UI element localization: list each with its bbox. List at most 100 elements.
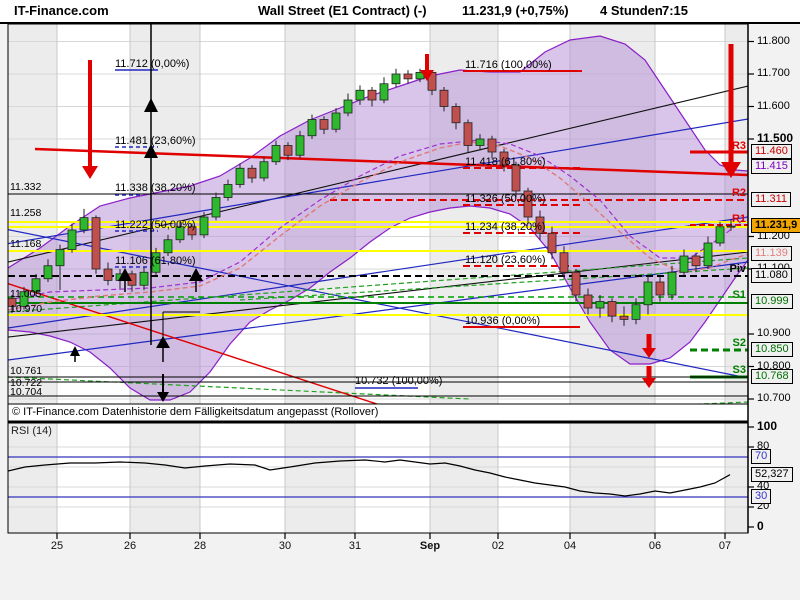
candle-body bbox=[680, 256, 688, 272]
fibonacci-label: 11.712 (0,00%) bbox=[115, 58, 189, 70]
x-axis-label-07[interactable]: 07 bbox=[719, 540, 731, 552]
candle-body bbox=[692, 256, 700, 266]
candle-body bbox=[140, 272, 148, 285]
candle-body bbox=[608, 302, 616, 317]
price-chart-canvas[interactable] bbox=[0, 0, 800, 600]
fibonacci-label: 11.326 (50,00%) bbox=[465, 193, 546, 205]
x-axis-label-06[interactable]: 06 bbox=[649, 540, 661, 552]
candle-body bbox=[488, 139, 496, 152]
rsi-level-box: 30 bbox=[751, 489, 771, 504]
candle-body bbox=[320, 120, 328, 130]
candle bbox=[92, 215, 100, 274]
fibonacci-label: 11.481 (23,60%) bbox=[115, 135, 196, 147]
candle-body bbox=[632, 305, 640, 320]
rsi-axis-label: 100 bbox=[757, 421, 777, 432]
candle-body bbox=[548, 233, 556, 253]
candle-body bbox=[260, 162, 268, 178]
price-axis-label: 10.700 bbox=[757, 393, 791, 404]
candle-body bbox=[236, 168, 244, 184]
current-price-box: 11.231,9 bbox=[751, 218, 800, 233]
candle-body bbox=[104, 269, 112, 280]
pivot-tag-r2: R2 bbox=[732, 188, 746, 199]
candle-body bbox=[80, 218, 88, 230]
pivot-tag-piv: Piv bbox=[729, 264, 746, 275]
x-axis-label-02[interactable]: 02 bbox=[492, 540, 504, 552]
candle-body bbox=[572, 272, 580, 295]
left-price-label: 10.970 bbox=[10, 304, 42, 315]
x-axis-label-sep[interactable]: Sep bbox=[420, 540, 440, 552]
price-level-box: 11.139 bbox=[751, 246, 792, 261]
pivot-tag-r1: R1 bbox=[732, 214, 746, 225]
chart-application-window: IT-Finance.com Wall Street (E1 Contract)… bbox=[0, 0, 800, 600]
candle-body bbox=[716, 227, 724, 243]
rsi-indicator-label[interactable]: RSI (14) bbox=[11, 425, 52, 437]
left-price-label: 11.005 bbox=[10, 289, 41, 300]
left-price-label: 11.332 bbox=[10, 182, 41, 193]
candle-body bbox=[224, 185, 232, 198]
day-stripe-rsi bbox=[57, 423, 130, 533]
candle-body bbox=[656, 282, 664, 295]
pivot-tag-r3: R3 bbox=[732, 141, 746, 152]
candle-body bbox=[44, 266, 52, 279]
day-stripe-rsi bbox=[655, 423, 725, 533]
left-price-label: 11.168 bbox=[10, 239, 41, 250]
candle-body bbox=[200, 217, 208, 235]
candle-body bbox=[248, 168, 256, 178]
candle-body bbox=[440, 90, 448, 106]
candle-body bbox=[212, 198, 220, 218]
price-axis-label: 11.600 bbox=[757, 101, 790, 112]
fibonacci-label: 11.418 (61,80%) bbox=[465, 156, 546, 168]
candle-body bbox=[92, 218, 100, 269]
pivot-tag-s2: S2 bbox=[733, 338, 746, 349]
candle-body bbox=[668, 272, 676, 295]
candle-body bbox=[56, 250, 64, 266]
price-level-box: 10.999 bbox=[751, 294, 793, 309]
fibonacci-label: 11.106 (61,80%) bbox=[115, 255, 196, 267]
fibonacci-label: 11.222 (50,00%) bbox=[115, 219, 196, 231]
left-price-label: 10.704 bbox=[10, 387, 42, 398]
candle-body bbox=[164, 240, 172, 253]
rsi-level-box: 70 bbox=[751, 449, 771, 464]
day-stripe-rsi bbox=[200, 423, 285, 533]
fibonacci-label: 11.338 (38,20%) bbox=[115, 182, 196, 194]
candle-body bbox=[308, 120, 316, 136]
day-stripe-rsi bbox=[355, 423, 430, 533]
price-level-box: 10.850 bbox=[751, 342, 793, 357]
candle-body bbox=[584, 295, 592, 308]
candle-body bbox=[452, 107, 460, 123]
pivot-tag-s3: S3 bbox=[733, 365, 746, 376]
candle-body bbox=[380, 84, 388, 100]
candle-body bbox=[560, 253, 568, 273]
x-axis-label-28[interactable]: 28 bbox=[194, 540, 206, 552]
candle-body bbox=[296, 136, 304, 156]
x-axis-label-30[interactable]: 30 bbox=[279, 540, 291, 552]
x-axis-label-04[interactable]: 04 bbox=[564, 540, 576, 552]
left-price-label: 10.761 bbox=[10, 366, 42, 377]
price-level-box: 11.311 bbox=[751, 192, 791, 207]
candle-body bbox=[332, 113, 340, 129]
rsi-value-box: 52,327 bbox=[751, 467, 793, 482]
candle-body bbox=[464, 123, 472, 146]
candle-body bbox=[512, 165, 520, 191]
candle-body bbox=[272, 146, 280, 162]
candle-body bbox=[727, 226, 735, 227]
x-axis-label-31[interactable]: 31 bbox=[349, 540, 361, 552]
candle-body bbox=[368, 90, 376, 100]
price-axis-label: 11.800 bbox=[757, 36, 790, 47]
x-axis-label-25[interactable]: 25 bbox=[51, 540, 63, 552]
fibonacci-label: 10.732 (100,00%) bbox=[355, 375, 442, 387]
fibonacci-label: 11.716 (100,00%) bbox=[465, 59, 552, 71]
price-level-box: 11.080 bbox=[751, 268, 792, 283]
candle-body bbox=[596, 302, 604, 309]
fibonacci-label: 11.120 (23,60%) bbox=[465, 254, 546, 266]
x-axis-label-26[interactable]: 26 bbox=[124, 540, 136, 552]
price-axis-label: 10.900 bbox=[757, 328, 791, 339]
candle-body bbox=[620, 316, 628, 319]
candle-body bbox=[404, 74, 412, 79]
pivot-tag-s1: S1 bbox=[733, 290, 746, 301]
candle-body bbox=[476, 139, 484, 146]
candle-body bbox=[644, 282, 652, 305]
price-axis-label: 11.500 bbox=[757, 133, 793, 144]
rsi-axis-label: 0 bbox=[757, 521, 764, 532]
candle-body bbox=[392, 74, 400, 84]
